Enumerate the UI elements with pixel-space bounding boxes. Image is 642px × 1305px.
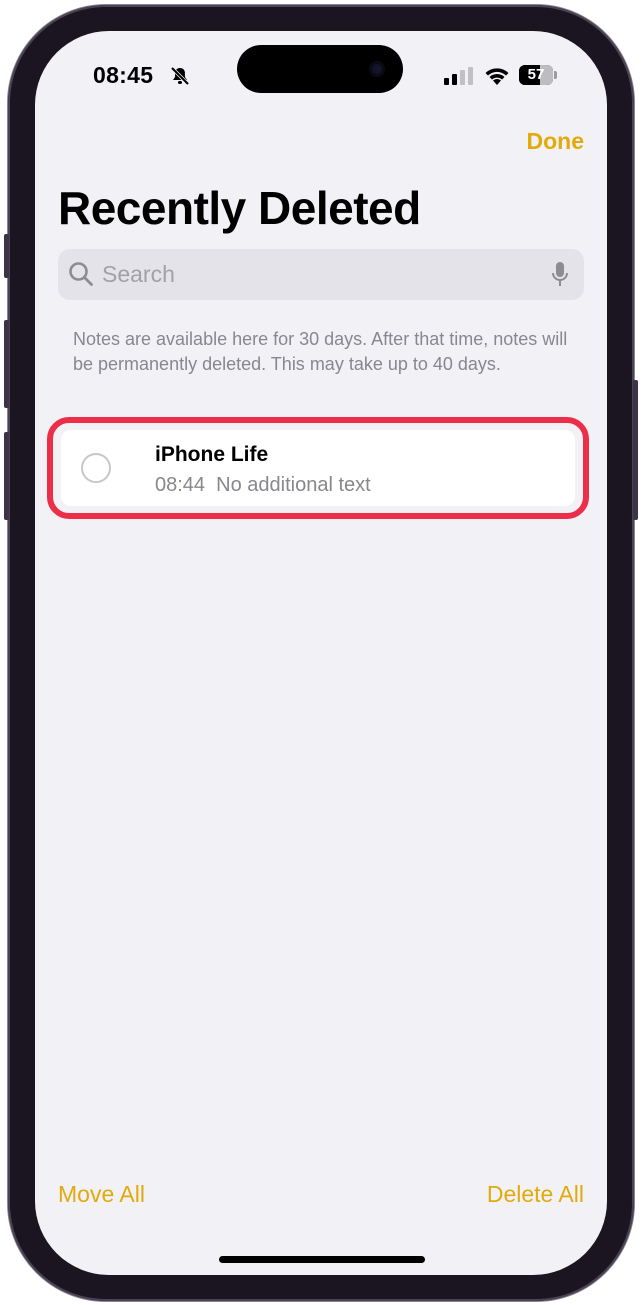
list-item[interactable]: iPhone Life 08:44 No additional text [61, 430, 575, 506]
microphone-icon[interactable] [551, 261, 569, 289]
screen: 08:45 57 Done Recently Deleted Search No… [35, 31, 607, 1275]
page-title: Recently Deleted [58, 182, 421, 234]
search-icon [69, 262, 93, 286]
front-camera [369, 61, 385, 77]
battery-tip [554, 71, 557, 79]
select-checkbox[interactable] [81, 453, 111, 483]
delete-all-button[interactable]: Delete All [487, 1181, 584, 1208]
wifi-icon [485, 68, 509, 85]
battery-percent: 57 [527, 66, 545, 83]
done-button[interactable]: Done [527, 128, 585, 155]
search-bar[interactable] [58, 249, 584, 300]
cellular-signal-icon [444, 67, 473, 85]
home-indicator[interactable] [219, 1256, 425, 1263]
note-meta: 08:44 No additional text [155, 474, 371, 496]
bell-slash-icon [170, 66, 190, 86]
volume-up-button [4, 320, 9, 408]
search-input[interactable] [102, 249, 532, 300]
note-title: iPhone Life [155, 443, 269, 466]
status-bar: 08:45 57 [35, 31, 607, 121]
move-all-button[interactable]: Move All [58, 1181, 145, 1208]
battery-indicator: 57 [519, 65, 553, 85]
power-button [633, 380, 638, 520]
volume-down-button [4, 432, 9, 520]
retention-info-text: Notes are available here for 30 days. Af… [73, 329, 568, 374]
action-button [4, 234, 9, 278]
status-time: 08:45 [93, 62, 154, 88]
